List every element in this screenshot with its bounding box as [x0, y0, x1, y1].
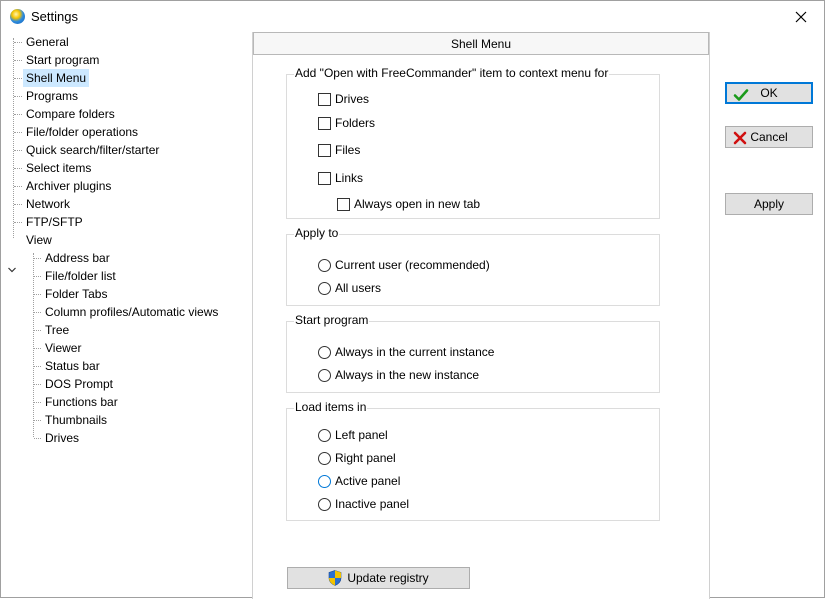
inactive-panel-label: Inactive panel: [335, 497, 410, 511]
right-panel-radio[interactable]: Right panel: [318, 450, 396, 466]
right-panel-label: Right panel: [335, 451, 396, 465]
checkmark-icon: [733, 89, 749, 101]
apply-label: Apply: [753, 197, 785, 211]
settings-window: Settings General Start program Shell Menu P…: [0, 0, 825, 599]
cancel-label: Cancel: [750, 130, 788, 144]
tree-item-dos-prompt[interactable]: DOS Prompt: [42, 375, 116, 393]
radio-circle: [318, 451, 331, 465]
app-icon: [10, 9, 25, 24]
uac-shield-icon: [329, 570, 342, 586]
close-icon: [795, 11, 807, 22]
tree-item-column-profiles-automatic-views[interactable]: Column profiles/Automatic views: [42, 303, 221, 321]
close-button[interactable]: [778, 1, 824, 32]
cancel-button[interactable]: Cancel: [725, 126, 813, 148]
tree-item-folder-tabs[interactable]: Folder Tabs: [42, 285, 110, 303]
checkbox-box: [337, 197, 350, 211]
current-user-label: Current user (recommended): [335, 258, 490, 272]
chevron-down-icon: [8, 267, 16, 273]
shell-menu-panel: Shell Menu Add "Open with FreeCommander"…: [252, 32, 710, 599]
active-panel-radio[interactable]: Active panel: [318, 473, 400, 489]
left-panel-label: Left panel: [335, 428, 388, 442]
radio-circle: [318, 497, 331, 511]
folders-label: Folders: [335, 116, 376, 130]
drives-label: Drives: [335, 92, 370, 106]
apply-button[interactable]: Apply: [725, 193, 813, 215]
tree-item-view[interactable]: View: [23, 231, 55, 249]
settings-tree[interactable]: General Start program Shell Menu Programs Co…: [1, 32, 251, 597]
ok-label: OK: [760, 86, 778, 100]
apply-to-group-title: Apply to: [294, 226, 340, 240]
tree-item-drives[interactable]: Drives: [42, 429, 82, 447]
checkbox-box: [318, 116, 331, 130]
new-instance-label: Always in the new instance: [335, 368, 480, 382]
tree-item-start-program[interactable]: Start program: [23, 51, 102, 69]
tree-item-ftp-sftp[interactable]: FTP/SFTP: [23, 213, 86, 231]
tree-item-tree[interactable]: Tree: [42, 321, 72, 339]
tree-item-shell-menu[interactable]: Shell Menu: [23, 69, 90, 87]
radio-circle: [318, 368, 331, 382]
all-users-radio[interactable]: All users: [318, 280, 381, 296]
active-panel-label: Active panel: [335, 474, 401, 488]
links-checkbox[interactable]: Links: [318, 170, 363, 186]
radio-circle: [318, 258, 331, 272]
tree-item-file-folder-operations[interactable]: File/folder operations: [23, 123, 141, 141]
start-program-group-title: Start program: [294, 313, 370, 327]
inactive-panel-radio[interactable]: Inactive panel: [318, 496, 409, 512]
tree-item-file-folder-list[interactable]: File/folder list: [42, 267, 119, 285]
radio-circle: [318, 474, 331, 488]
tree-item-archiver-plugins[interactable]: Archiver plugins: [23, 177, 114, 195]
panel-header: Shell Menu: [253, 32, 709, 55]
update-registry-button[interactable]: Update registry: [287, 567, 470, 589]
tree-item-compare-folders[interactable]: Compare folders: [23, 105, 118, 123]
radio-circle: [318, 428, 331, 442]
checkbox-box: [318, 171, 331, 185]
checkbox-box: [318, 143, 331, 157]
radio-circle: [318, 281, 331, 295]
radio-circle: [318, 345, 331, 359]
new-instance-radio[interactable]: Always in the new instance: [318, 367, 479, 383]
current-instance-label: Always in the current instance: [335, 345, 495, 359]
files-label: Files: [335, 143, 361, 157]
drives-checkbox[interactable]: Drives: [318, 91, 369, 107]
ok-button[interactable]: OK: [725, 82, 813, 104]
all-users-label: All users: [335, 281, 382, 295]
left-panel-radio[interactable]: Left panel: [318, 427, 388, 443]
checkbox-box: [318, 92, 331, 106]
view-expander[interactable]: [7, 264, 17, 274]
new-tab-label: Always open in new tab: [354, 197, 481, 211]
current-user-radio[interactable]: Current user (recommended): [318, 257, 490, 273]
x-icon: [733, 131, 747, 145]
tree-item-quick-search-filter-starter[interactable]: Quick search/filter/starter: [23, 141, 162, 159]
load-items-group-title: Load items in: [294, 400, 368, 414]
tree-item-viewer[interactable]: Viewer: [42, 339, 84, 357]
tree-item-functions-bar[interactable]: Functions bar: [42, 393, 121, 411]
update-registry-label: Update registry: [347, 571, 429, 585]
title-bar: Settings: [1, 1, 824, 32]
files-checkbox[interactable]: Files: [318, 142, 360, 158]
tree-item-status-bar[interactable]: Status bar: [42, 357, 103, 375]
window-title: Settings: [31, 9, 78, 24]
tree-item-address-bar[interactable]: Address bar: [42, 249, 113, 267]
tree-item-select-items[interactable]: Select items: [23, 159, 94, 177]
folders-checkbox[interactable]: Folders: [318, 115, 375, 131]
context-menu-group-title: Add "Open with FreeCommander" item to co…: [294, 66, 610, 80]
links-label: Links: [335, 171, 364, 185]
new-tab-checkbox[interactable]: Always open in new tab: [337, 196, 480, 212]
tree-item-network[interactable]: Network: [23, 195, 73, 213]
tree-item-thumbnails[interactable]: Thumbnails: [42, 411, 110, 429]
tree-item-general[interactable]: General: [23, 33, 72, 51]
current-instance-radio[interactable]: Always in the current instance: [318, 344, 494, 360]
tree-item-programs[interactable]: Programs: [23, 87, 81, 105]
